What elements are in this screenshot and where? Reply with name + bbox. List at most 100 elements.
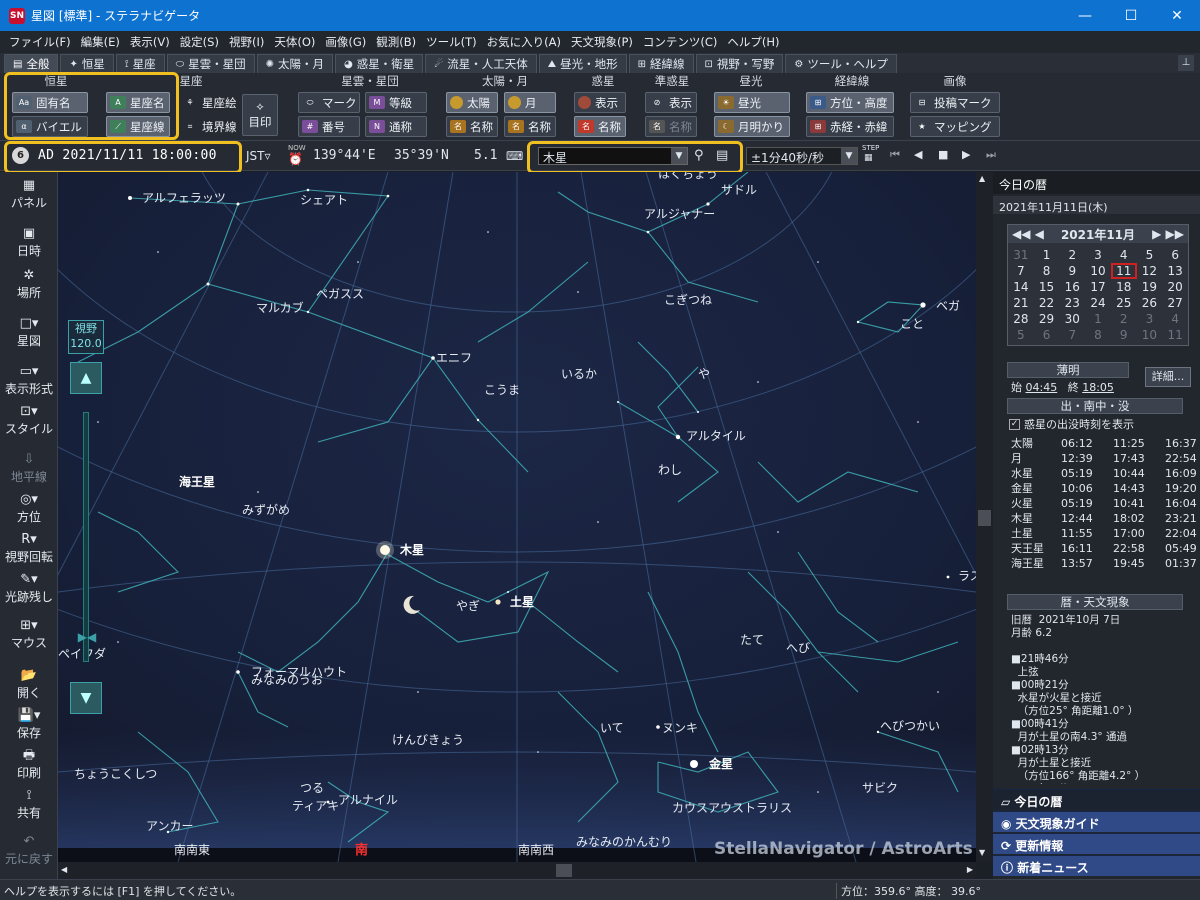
calendar-day[interactable]: 29: [1034, 311, 1060, 327]
calendar-day[interactable]: 25: [1111, 295, 1137, 311]
zoom-in-button[interactable]: ▲: [70, 362, 102, 394]
print-button[interactable]: 🖶 印刷: [0, 748, 58, 781]
list-icon[interactable]: ▤: [716, 148, 728, 163]
scroll-thumb[interactable]: [978, 510, 991, 526]
timezone-dropdown[interactable]: JST▿: [246, 149, 271, 163]
nebula-mark-button[interactable]: ⬭ マーク: [298, 92, 360, 113]
play-icon[interactable]: ▶: [962, 148, 970, 161]
share-button[interactable]: ⟟ 共有: [0, 788, 58, 821]
planet-name-button[interactable]: 名名称: [574, 116, 626, 137]
nav-updates[interactable]: ⟳ 更新情報: [993, 833, 1200, 854]
zoom-slider-handle[interactable]: ▶◀: [70, 630, 104, 644]
starmap-button[interactable]: □▾ 星図: [0, 316, 58, 349]
ra-dec-grid-button[interactable]: ⊞ 赤経・赤緯: [806, 116, 894, 137]
calendar-day[interactable]: 5: [1137, 247, 1163, 263]
tab-tools-help[interactable]: ⚙ ツール・ヘルプ: [785, 54, 897, 73]
chevron-down-icon[interactable]: ▼: [841, 148, 857, 164]
menu-view[interactable]: 表示(V): [125, 34, 175, 50]
close-button[interactable]: ✕: [1154, 0, 1200, 31]
calendar-next-icon[interactable]: ▶ ▶▶: [1152, 227, 1184, 241]
vertical-scrollbar[interactable]: ▲ ▼: [976, 172, 993, 862]
hscroll-thumb[interactable]: [556, 864, 572, 877]
constellation-line-button[interactable]: ⟋ 星座線: [106, 116, 170, 137]
calendar-day[interactable]: 3: [1137, 311, 1163, 327]
constellation-name-button[interactable]: A 星座名: [106, 92, 170, 113]
calendar-day[interactable]: 2: [1111, 311, 1137, 327]
calendar-day[interactable]: 8: [1085, 327, 1111, 343]
nebula-common-name-button[interactable]: N 通称: [365, 116, 427, 137]
style-button[interactable]: ⊡▾ スタイル: [0, 404, 58, 437]
menu-observe[interactable]: 観測(B): [371, 34, 421, 50]
minimize-button[interactable]: —: [1062, 0, 1108, 31]
calendar-day[interactable]: 4: [1162, 311, 1188, 327]
calendar-day[interactable]: 7: [1059, 327, 1085, 343]
longitude[interactable]: 139°44'E: [313, 148, 376, 163]
play-back-icon[interactable]: ◀: [914, 148, 922, 161]
menu-favorites[interactable]: お気に入り(A): [482, 34, 566, 50]
calendar-day[interactable]: 27: [1162, 295, 1188, 311]
calendar-day[interactable]: 24: [1085, 295, 1111, 311]
mouse-button[interactable]: ⊞▾ マウス: [0, 618, 58, 651]
tab-daylight[interactable]: ⛰ 昼光・地形: [538, 54, 627, 73]
scroll-right-icon[interactable]: ▶: [967, 865, 973, 874]
calendar-prev-icon[interactable]: ◀◀ ◀: [1012, 227, 1044, 241]
datetime-display[interactable]: AD 2021/11/11 18:00:00: [38, 148, 217, 163]
tab-sun-moon[interactable]: ✺ 太陽・月: [256, 54, 334, 73]
rotate-button[interactable]: R▾ 視野回転: [0, 532, 58, 565]
calendar-day[interactable]: 15: [1034, 279, 1060, 295]
skip-back-icon[interactable]: ⏮: [890, 148, 900, 162]
location-button[interactable]: ✲ 場所: [0, 268, 58, 301]
moon-button[interactable]: 月: [504, 92, 556, 113]
menu-help[interactable]: ヘルプ(H): [722, 34, 784, 50]
proper-name-button[interactable]: Aa 固有名: [12, 92, 88, 113]
tab-constellations[interactable]: ⟟ 星座: [115, 54, 165, 73]
skip-forward-icon[interactable]: ⏭: [986, 148, 996, 162]
calendar-day[interactable]: 1: [1085, 311, 1111, 327]
trail-button[interactable]: ✎▾ 光跡残し: [0, 572, 58, 605]
calendar-day[interactable]: 14: [1008, 279, 1034, 295]
menu-settings[interactable]: 設定(S): [175, 34, 224, 50]
bayer-button[interactable]: α バイエル: [12, 116, 88, 137]
save-button[interactable]: 💾▾ 保存: [0, 708, 58, 741]
datetime-button[interactable]: ▣ 日時: [0, 226, 58, 259]
calendar-day[interactable]: 28: [1008, 311, 1034, 327]
nav-phenomena-guide[interactable]: ◉ 天文現象ガイド: [993, 811, 1200, 832]
menu-phenomena[interactable]: 天文現象(P): [566, 34, 638, 50]
tab-stars[interactable]: ✦ 恒星: [60, 54, 114, 73]
planet-rise-checkbox[interactable]: ✓ 惑星の出没時刻を表示: [1009, 416, 1134, 432]
calendar-day[interactable]: 26: [1137, 295, 1163, 311]
nebula-number-button[interactable]: # 番号: [298, 116, 360, 137]
calendar-day[interactable]: 17: [1085, 279, 1111, 295]
stop-icon[interactable]: ■: [938, 148, 948, 161]
moon-name-button[interactable]: 名名称: [504, 116, 556, 137]
calendar-day[interactable]: 18: [1111, 279, 1137, 295]
scroll-left-icon[interactable]: ◀: [61, 865, 67, 874]
nav-today-calendar[interactable]: ▱ 今日の暦: [993, 789, 1200, 810]
marker-button[interactable]: ⟡ 目印: [242, 94, 278, 136]
menu-tools[interactable]: ツール(T): [421, 34, 482, 50]
post-mark-button[interactable]: ⊟ 投稿マーク: [910, 92, 1000, 113]
calendar-day[interactable]: 21: [1008, 295, 1034, 311]
menu-object[interactable]: 天体(O): [269, 34, 320, 50]
tab-planets[interactable]: ◕ 惑星・衛星: [335, 54, 424, 73]
calendar-day[interactable]: 10: [1137, 327, 1163, 343]
calendar-day[interactable]: 1: [1034, 247, 1060, 263]
sky-chart[interactable]: アルフェラッツ シェアト マルカブ ペガスス サドル アルジャナー こぎつね ベ…: [58, 172, 976, 862]
horizontal-scrollbar[interactable]: ◀ ▶: [58, 862, 976, 879]
calendar-day[interactable]: 9: [1111, 327, 1137, 343]
calendar-day[interactable]: 5: [1008, 327, 1034, 343]
keyboard-icon[interactable]: ⌨: [506, 149, 523, 163]
calendar-day[interactable]: 2: [1059, 247, 1085, 263]
step-button[interactable]: STEP: [862, 144, 879, 152]
tab-meteors[interactable]: ☄ 流星・人工天体: [425, 54, 537, 73]
search-icon[interactable]: ⚲: [694, 148, 704, 163]
calendar-day[interactable]: 8: [1034, 263, 1060, 279]
latitude[interactable]: 35°39'N: [394, 148, 449, 163]
constellation-art-button[interactable]: ⚘ 星座絵: [178, 92, 238, 113]
display-format-button[interactable]: ▭▾ 表示形式: [0, 364, 58, 397]
step-icon[interactable]: ▦: [864, 153, 873, 163]
nav-news[interactable]: ⓘ 新着ニュース: [993, 855, 1200, 876]
planet-show-button[interactable]: 表示: [574, 92, 626, 113]
dwarf-name-button[interactable]: 名名称: [645, 116, 697, 137]
sun-name-button[interactable]: 名名称: [446, 116, 498, 137]
